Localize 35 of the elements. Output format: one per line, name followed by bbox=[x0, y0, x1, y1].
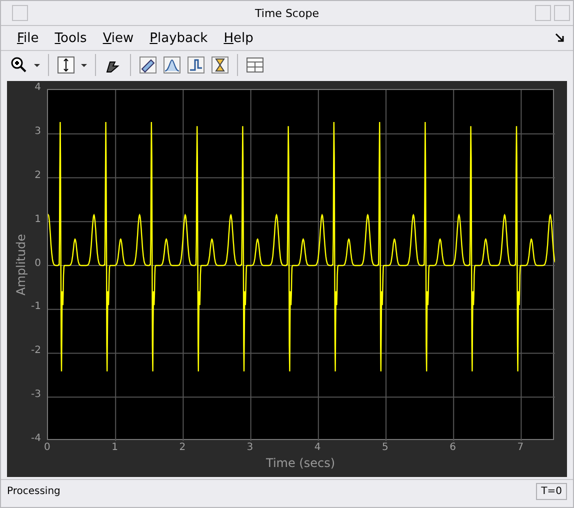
x-tick-label: 0 bbox=[44, 442, 50, 453]
menu-item[interactable]: Tools bbox=[46, 30, 95, 46]
peak-curve-icon[interactable] bbox=[163, 56, 181, 74]
undock-arrow-icon[interactable] bbox=[555, 33, 565, 43]
x-tick-label: 1 bbox=[112, 442, 118, 453]
y-tick-label: -2 bbox=[31, 345, 41, 356]
x-tick-label: 4 bbox=[314, 442, 321, 453]
status-message: Processing bbox=[7, 486, 60, 496]
y-tick-label: 2 bbox=[34, 170, 41, 181]
x-axis-label: Time (secs) bbox=[266, 456, 336, 472]
window-title: Time Scope bbox=[255, 6, 319, 20]
zoom-in-icon[interactable] bbox=[10, 56, 28, 74]
y-tick-label: -4 bbox=[31, 433, 41, 444]
y-axis-label: Amplitude bbox=[14, 234, 28, 296]
menu-item[interactable]: Playback bbox=[142, 30, 216, 46]
y-tick-label: 4 bbox=[34, 82, 41, 93]
y-tick-label: 0 bbox=[34, 258, 41, 268]
step-signal-icon[interactable] bbox=[187, 56, 205, 74]
x-tick-label: 2 bbox=[179, 442, 186, 453]
x-tick-label: 5 bbox=[382, 442, 388, 453]
menu-item[interactable]: File bbox=[9, 30, 47, 46]
menu-item[interactable]: Help bbox=[216, 30, 262, 46]
menu-item[interactable]: View bbox=[94, 30, 142, 46]
ruler-icon[interactable] bbox=[139, 56, 157, 74]
y-tick-label: 1 bbox=[34, 214, 41, 225]
time-indicator: T=0 bbox=[536, 482, 567, 500]
layout-grid-icon[interactable] bbox=[246, 56, 264, 74]
y-tick-label: 3 bbox=[34, 126, 41, 137]
hourglass-icon[interactable] bbox=[211, 56, 229, 74]
x-tick-label: 3 bbox=[246, 442, 254, 453]
x-tick-label: 7 bbox=[517, 442, 524, 453]
y-tick-label: -1 bbox=[31, 301, 41, 312]
x-tick-label: 6 bbox=[450, 442, 456, 453]
scale-axes-icon[interactable] bbox=[57, 56, 75, 74]
y-tick-label: -3 bbox=[31, 389, 41, 400]
